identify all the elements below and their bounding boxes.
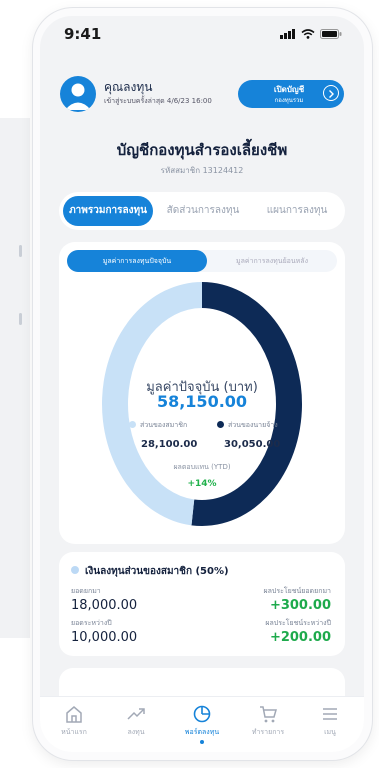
nav-menu[interactable]: เมนู — [302, 703, 358, 738]
current-value-total: 58,150.00 — [156, 392, 248, 411]
donut-center: มูลค่าปัจจุบัน (บาท) 58,150.00 ส่วนของสม… — [59, 242, 345, 544]
trend-icon — [127, 708, 145, 720]
principal-label: ยอดยกมา — [71, 587, 101, 595]
open-account-button[interactable]: เปิดบัญชี กองทุนรวม — [238, 80, 344, 108]
nav-invest[interactable]: ลงทุน — [108, 703, 164, 738]
pie-icon — [193, 705, 211, 723]
next-card-peek — [59, 668, 345, 698]
status-icons — [280, 29, 342, 39]
contrib-gain-label: ผลประโยชน์ระหว่างปี — [265, 619, 331, 627]
member-amount: 28,100.00 — [141, 439, 198, 450]
nav-transactions[interactable]: ทำรายการ — [240, 703, 296, 738]
app-screen: 9:41 คุณลงทุน เข้าสู่ระบบครั้งล่าสุด 4/6… — [40, 16, 364, 752]
nav-menu-label: เมนู — [324, 728, 336, 736]
battery-icon — [320, 29, 342, 39]
gain-label: ผลประโยชน์ยอดยกมา — [263, 587, 332, 595]
tab-allocation[interactable]: สัดส่วนการลงทุน — [157, 196, 249, 226]
nav-transactions-label: ทำรายการ — [251, 728, 285, 736]
divider-mark — [19, 313, 22, 325]
wifi-icon — [301, 29, 315, 39]
menu-icon — [323, 708, 337, 720]
nav-invest-label: ลงทุน — [127, 728, 145, 736]
member-id: รหัสสมาชิก 13124412 — [160, 166, 244, 175]
nav-portfolio-label: พอร์ตลงทุน — [184, 728, 220, 736]
tab-overview[interactable]: ภาพรวมการลงทุน — [63, 196, 153, 226]
legend-member: ส่วนของสมาชิก — [129, 420, 187, 431]
employer-amount: 30,050.00 — [224, 439, 281, 450]
background-panel — [0, 118, 30, 638]
contrib-value: 10,000.00 — [71, 630, 138, 645]
legend-member-label: ส่วนของสมาชิก — [140, 421, 188, 429]
chevron-right-icon — [323, 85, 339, 101]
bottom-nav: หน้าแรก ลงทุน พอร์ตลงทุน ทำรายการ เมนู — [40, 696, 364, 752]
contrib-gain-value: +200.00 — [269, 630, 331, 645]
open-account-sublabel: กองทุนรวม — [274, 97, 304, 104]
active-indicator — [200, 740, 204, 744]
ytd-label: ผลตอบแทน (YTD) — [173, 463, 231, 471]
user-icon — [65, 83, 91, 110]
value-card: มูลค่าการลงทุนปัจจุบัน มูลค่าการลงทุนย้อ… — [59, 242, 345, 544]
member-investment-card[interactable]: เงินลงทุนส่วนของสมาชิก (50%) ยอดยกมา 18,… — [59, 552, 345, 656]
nav-home-label: หน้าแรก — [61, 728, 87, 736]
member-dot — [71, 566, 79, 574]
nav-home[interactable]: หน้าแรก — [46, 703, 102, 738]
signal-icon — [280, 29, 295, 39]
legend-member-dot — [129, 421, 136, 428]
avatar[interactable] — [60, 76, 96, 112]
ytd-value: +14% — [187, 479, 217, 489]
principal-value: 18,000.00 — [71, 598, 138, 613]
divider-mark — [19, 245, 22, 257]
section-tabs: ภาพรวมการลงทุน สัดส่วนการลงทุน แผนการลงท… — [59, 192, 345, 230]
cart-icon — [260, 706, 277, 723]
member-section-title: เงินลงทุนส่วนของสมาชิก (50%) — [71, 564, 229, 579]
gain-value: +300.00 — [269, 598, 331, 613]
legend-employer-label: ส่วนของนายจ้าง — [228, 421, 278, 429]
tab-plan[interactable]: แผนการลงทุน — [253, 196, 341, 226]
legend-employer: ส่วนของนายจ้าง — [217, 420, 278, 431]
status-time: 9:41 — [64, 25, 102, 43]
account-title: บัญชีกองทุนสำรองเลี้ยงชีพ — [116, 141, 288, 159]
home-icon — [66, 706, 82, 723]
user-name: คุณลงทุน — [104, 80, 153, 94]
nav-portfolio[interactable]: พอร์ตลงทุน — [174, 703, 230, 744]
user-header: คุณลงทุน เข้าสู่ระบบครั้งล่าสุด 4/6/23 1… — [60, 76, 344, 116]
last-login: เข้าสู่ระบบครั้งล่าสุด 4/6/23 16:00 — [104, 97, 212, 105]
contrib-label: ยอดระหว่างปี — [71, 619, 112, 627]
member-title-text: เงินลงทุนส่วนของสมาชิก (50%) — [85, 566, 229, 577]
status-bar: 9:41 — [40, 16, 364, 56]
legend-employer-dot — [217, 421, 224, 428]
